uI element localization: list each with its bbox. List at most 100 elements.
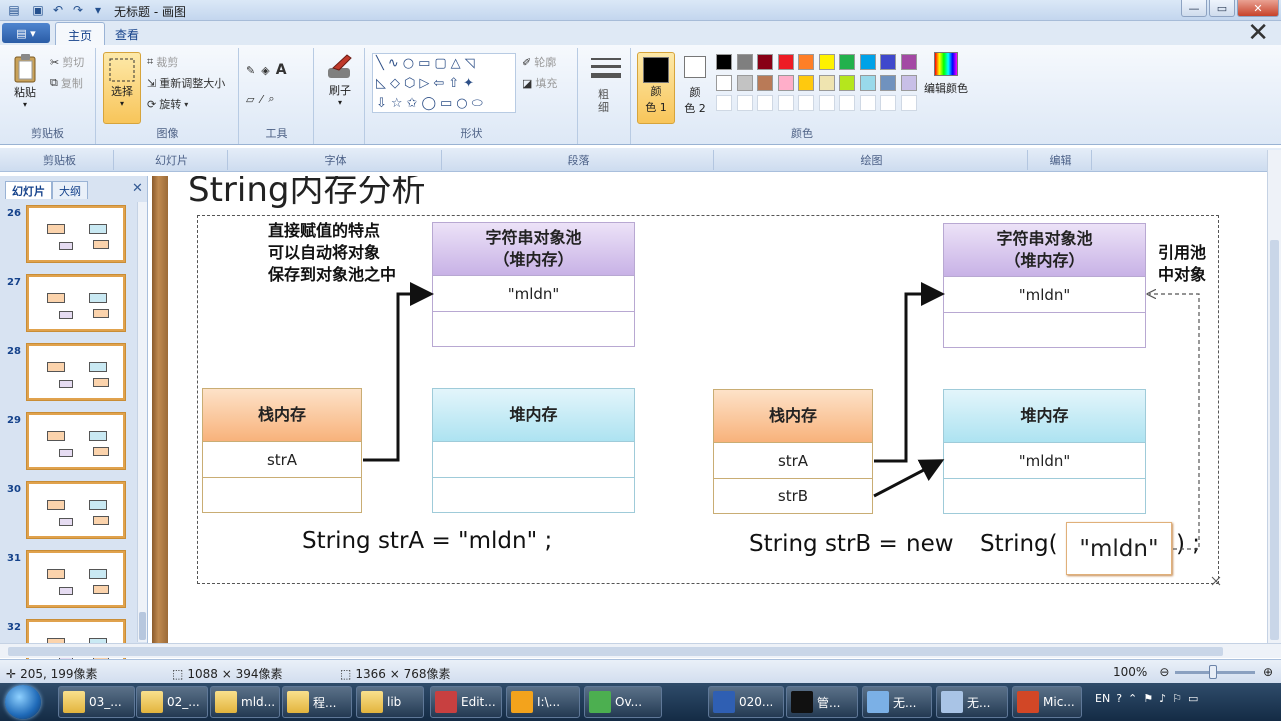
palette-swatch[interactable] [818, 54, 835, 70]
palette-swatch[interactable] [880, 74, 896, 91]
ppt-group-drawing[interactable]: 绘图 [716, 150, 1028, 170]
tab-view[interactable]: 查看 [103, 22, 151, 45]
close-window-button[interactable]: ✕ [1237, 0, 1279, 17]
ppt-group-clipboard[interactable]: 剪贴板 [6, 150, 114, 170]
taskbar-item[interactable]: lib [356, 686, 424, 718]
palette-swatch[interactable] [900, 74, 917, 91]
text-tool-icon[interactable]: A [276, 62, 287, 78]
paint-canvas[interactable]: String内存分析 直接赋值的特点 可以自动将对象 保存到对象池之中 字符串对… [168, 176, 1266, 643]
taskbar-item[interactable]: I:\... [506, 686, 580, 718]
palette-swatch[interactable] [818, 95, 835, 111]
eraser-icon[interactable]: ▱ [246, 93, 254, 106]
palette-swatch[interactable] [859, 54, 876, 70]
zoom-slider-handle[interactable] [1209, 665, 1217, 679]
ppt-group-font[interactable]: 字体 [230, 150, 442, 170]
palette-swatch[interactable] [818, 74, 835, 91]
show-desktop-icon[interactable]: ▭ [1188, 692, 1198, 705]
language-indicator[interactable]: EN [1095, 692, 1110, 705]
palette-swatch[interactable] [757, 54, 773, 70]
panel-close-icon[interactable]: ✕ [132, 181, 143, 196]
slide-thumbnail[interactable]: 26 [5, 206, 127, 264]
magnifier-icon[interactable]: ⌕ [268, 92, 274, 106]
slide-thumbnail[interactable]: 30 [5, 482, 127, 540]
palette-swatch[interactable] [716, 74, 732, 91]
pencil-icon[interactable]: ✎ [246, 64, 255, 77]
outline-button[interactable]: ✐ 轮廓 [522, 54, 556, 70]
palette-swatch[interactable] [777, 54, 794, 70]
brushes-dropdown-icon[interactable]: ▾ [338, 98, 342, 107]
taskbar-item[interactable]: Edit... [430, 686, 502, 718]
select-button[interactable]: 选择 ▾ [103, 52, 141, 124]
close-icon[interactable]: ✕ [1247, 20, 1269, 46]
cut-button[interactable]: ✂ 剪切 [50, 54, 84, 70]
slide-thumbnail[interactable]: 31 [5, 551, 127, 609]
color1-button[interactable]: 颜 色 1 [637, 52, 675, 124]
fill-bucket-icon[interactable]: ◈ [261, 64, 269, 77]
paste-dropdown-icon[interactable]: ▾ [23, 100, 27, 109]
horizontal-scrollbar[interactable] [0, 643, 1281, 658]
color2-button[interactable]: 颜 色 2 [680, 56, 710, 116]
palette-swatch[interactable] [777, 74, 794, 91]
taskbar-item[interactable]: mld... [210, 686, 280, 718]
ppt-group-editing[interactable]: 编辑 [1030, 150, 1092, 170]
palette-swatch[interactable] [880, 54, 896, 70]
palette-swatch[interactable] [757, 74, 773, 91]
taskbar-item[interactable]: 无... [936, 686, 1008, 718]
palette-swatch[interactable] [798, 95, 814, 111]
zoom-in-icon[interactable]: ⊕ [1263, 665, 1273, 679]
palette-swatch[interactable] [839, 74, 855, 91]
palette-swatch[interactable] [777, 95, 794, 111]
taskbar-item[interactable]: Ov... [584, 686, 662, 718]
taskbar-item[interactable]: Mic... [1012, 686, 1082, 718]
taskbar-item[interactable]: 无... [862, 686, 932, 718]
quick-access-dropdown-icon[interactable]: ▾ [90, 2, 106, 18]
ppt-group-paragraph[interactable]: 段落 [444, 150, 714, 170]
tray-expand-icon[interactable]: ⌃ [1128, 692, 1137, 705]
volume-icon[interactable]: ♪ [1159, 692, 1166, 705]
redo-icon[interactable]: ↷ [70, 2, 86, 18]
slide-thumbnail[interactable]: 29 [5, 413, 127, 471]
palette-swatch[interactable] [859, 74, 876, 91]
palette-swatch[interactable] [798, 54, 814, 70]
palette-swatch[interactable] [839, 54, 855, 70]
palette-swatch[interactable] [900, 54, 917, 70]
palette-swatch[interactable] [736, 95, 753, 111]
undo-icon[interactable]: ↶ [50, 2, 66, 18]
fill-button[interactable]: ◪ 填充 [522, 75, 557, 91]
brushes-button[interactable]: 刷子 ▾ [321, 52, 359, 107]
paint-app-icon[interactable]: ▤ [6, 2, 22, 18]
tab-home[interactable]: 主页 [55, 22, 106, 45]
flag-icon[interactable]: ⚐ [1172, 692, 1182, 705]
taskbar-item[interactable]: 02_... [136, 686, 208, 718]
minimize-button[interactable]: — [1181, 0, 1207, 17]
network-icon[interactable]: ⚑ [1143, 692, 1153, 705]
palette-swatch[interactable] [716, 54, 732, 70]
color-picker-icon[interactable]: ⁄ [260, 93, 262, 106]
taskbar-item[interactable]: 03_... [58, 686, 135, 718]
rotate-dropdown-icon[interactable]: ▾ [184, 100, 188, 109]
slide-thumbnail[interactable]: 28 [5, 344, 127, 402]
taskbar-item[interactable]: 程... [282, 686, 352, 718]
crop-button[interactable]: ⌗ 裁剪 [147, 54, 178, 70]
tab-slides[interactable]: 幻灯片 [5, 181, 52, 199]
palette-swatch[interactable] [880, 95, 896, 111]
help-icon[interactable]: ? [1116, 692, 1122, 705]
panel-scrollbar[interactable] [137, 202, 147, 642]
palette-swatch[interactable] [757, 95, 773, 111]
paste-button[interactable]: 粘贴 ▾ [6, 52, 44, 109]
vertical-scrollbar[interactable] [1267, 150, 1281, 643]
ppt-group-slides[interactable]: 幻灯片 [116, 150, 228, 170]
taskbar-item[interactable]: 管... [786, 686, 858, 718]
palette-swatch[interactable] [839, 95, 855, 111]
start-button[interactable] [5, 685, 41, 719]
zoom-out-icon[interactable]: ⊖ [1159, 665, 1169, 679]
select-dropdown-icon[interactable]: ▾ [120, 99, 124, 108]
size-group[interactable]: 粗细 [579, 48, 631, 144]
palette-swatch[interactable] [900, 95, 917, 111]
shapes-gallery[interactable]: ╲∿○▭▢△◹ ◺◇⬡▷⇦⇧✦ ⇩☆✩◯▭○⬭ [372, 53, 516, 113]
app-menu-button[interactable]: ▤ ▾ [2, 23, 50, 43]
maximize-button[interactable]: ▭ [1209, 0, 1235, 17]
edit-colors-button[interactable]: 编辑颜色 [922, 52, 970, 96]
palette-swatch[interactable] [716, 95, 732, 111]
rotate-button[interactable]: ⟳ 旋转 ▾ [147, 96, 188, 112]
